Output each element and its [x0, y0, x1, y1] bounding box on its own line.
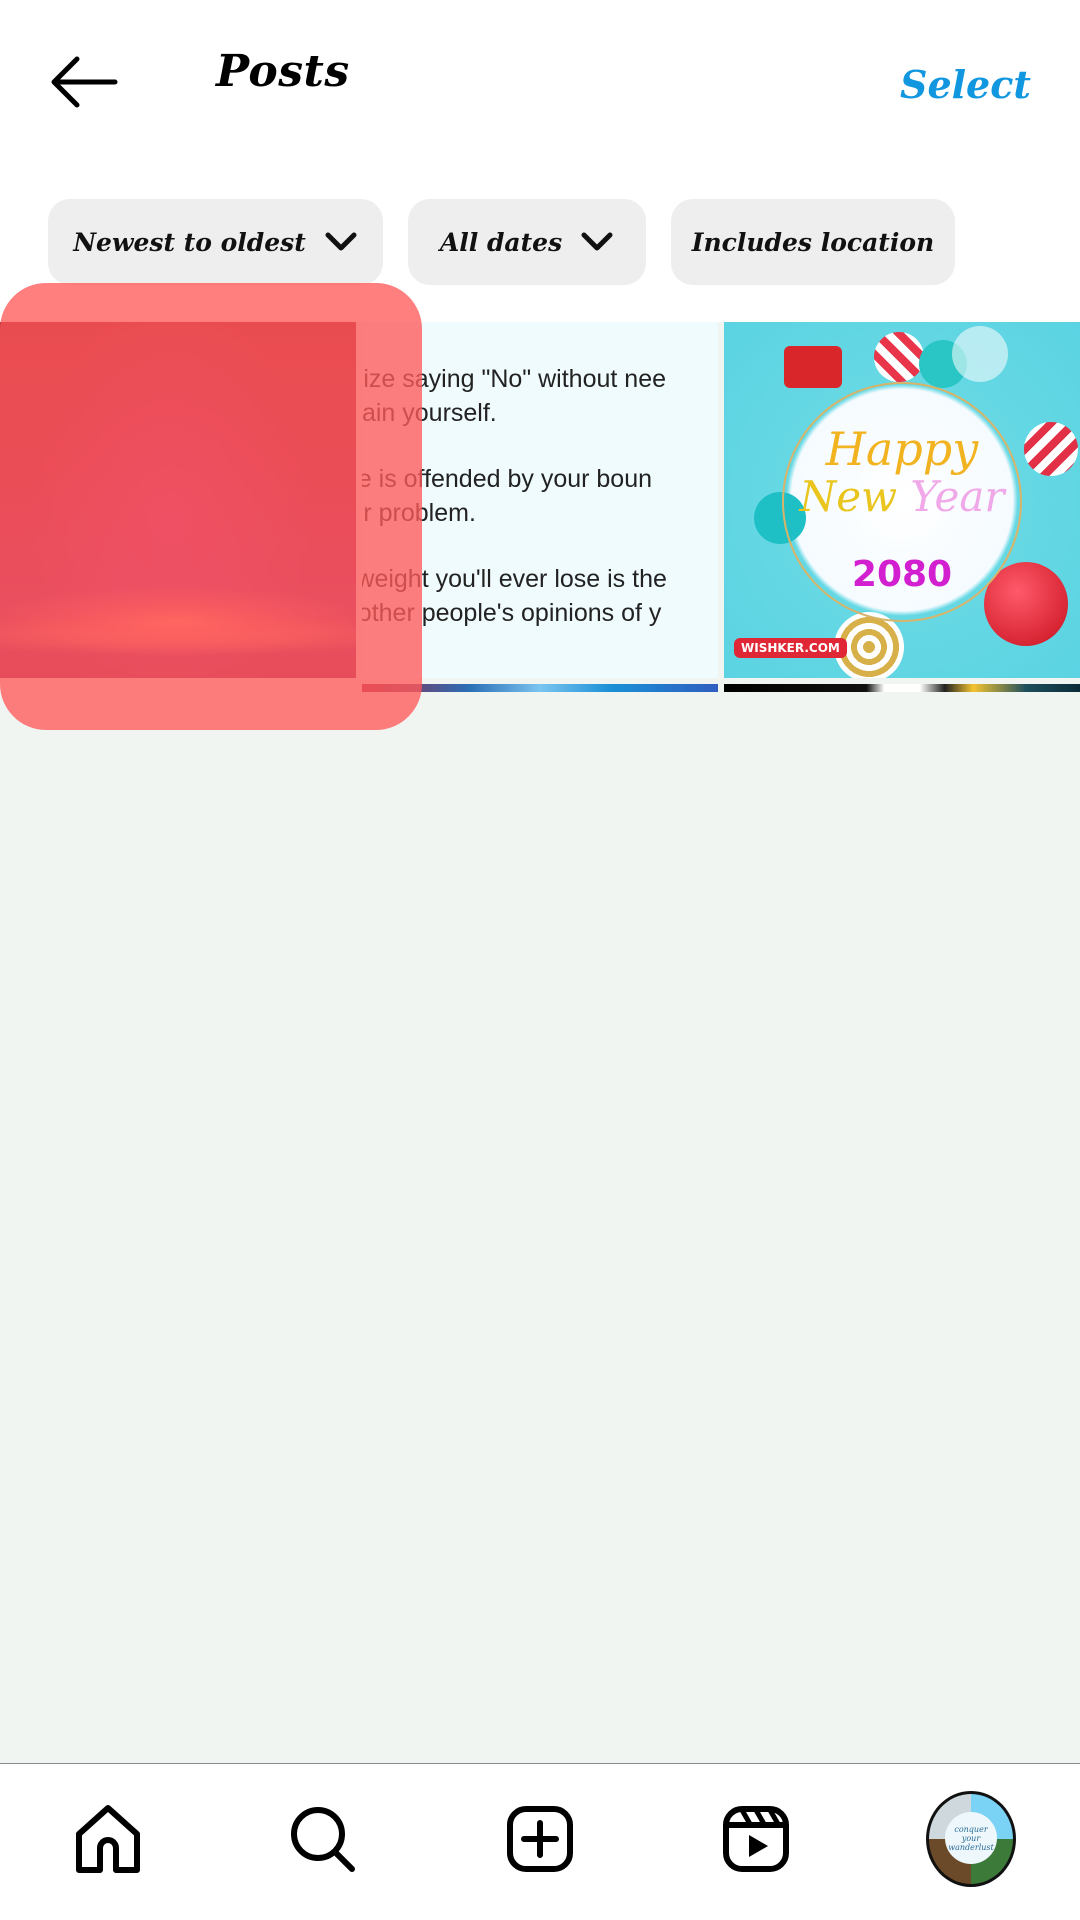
back-button[interactable] — [44, 50, 124, 114]
date-filter-chip[interactable]: All dates — [408, 199, 646, 285]
sort-filter-chip[interactable]: Newest to oldest — [48, 199, 383, 285]
post-thumbnail-1[interactable] — [0, 322, 356, 678]
post-thumbnail-2[interactable]: nalize saying "No" without neexplain you… — [362, 322, 718, 678]
greeting-happy-text: Happy — [825, 422, 979, 476]
search-icon — [291, 1807, 355, 1872]
location-filter-chip[interactable]: Includes location — [671, 199, 955, 285]
avatar-text: conquer your wanderlust — [945, 1812, 997, 1864]
page-title: Posts — [216, 46, 350, 97]
nav-create[interactable] — [495, 1794, 585, 1884]
nav-reels[interactable] — [711, 1794, 801, 1884]
nav-profile[interactable]: conquer your wanderlust — [926, 1791, 1016, 1887]
post-quote-text: nalize saying "No" without neexplain you… — [362, 365, 667, 627]
bottom-nav: conquer your wanderlust — [0, 1763, 1080, 1920]
nav-search[interactable] — [278, 1794, 368, 1884]
reels-icon — [723, 1806, 789, 1872]
avatar: conquer your wanderlust — [926, 1791, 1016, 1887]
nav-home[interactable] — [63, 1794, 153, 1884]
ornament-decoration — [874, 332, 924, 382]
watermark-badge: WISHKER.COM — [734, 638, 847, 658]
sort-filter-label: Newest to oldest — [73, 227, 306, 257]
post-image — [0, 322, 356, 678]
chevron-down-icon — [324, 231, 358, 253]
chevron-down-icon — [580, 231, 614, 253]
post-thumbnail-5-partial[interactable] — [362, 684, 718, 692]
post-thumbnail-3[interactable]: Happy New Year 2080 WISHKER.COM — [724, 322, 1080, 678]
location-filter-label: Includes location — [691, 227, 935, 257]
arrow-left-icon — [51, 56, 118, 108]
ornament-decoration — [952, 326, 1008, 382]
greeting-new-year-text: New Year — [799, 472, 1005, 521]
plus-square-icon — [507, 1806, 573, 1872]
greeting-year: 2080 — [851, 554, 953, 595]
post-thumbnail-6-partial[interactable] — [724, 684, 1080, 692]
date-filter-label: All dates — [439, 227, 563, 257]
gift-decoration — [784, 346, 842, 388]
home-icon — [76, 1805, 140, 1873]
select-button[interactable]: Select — [900, 62, 1031, 107]
